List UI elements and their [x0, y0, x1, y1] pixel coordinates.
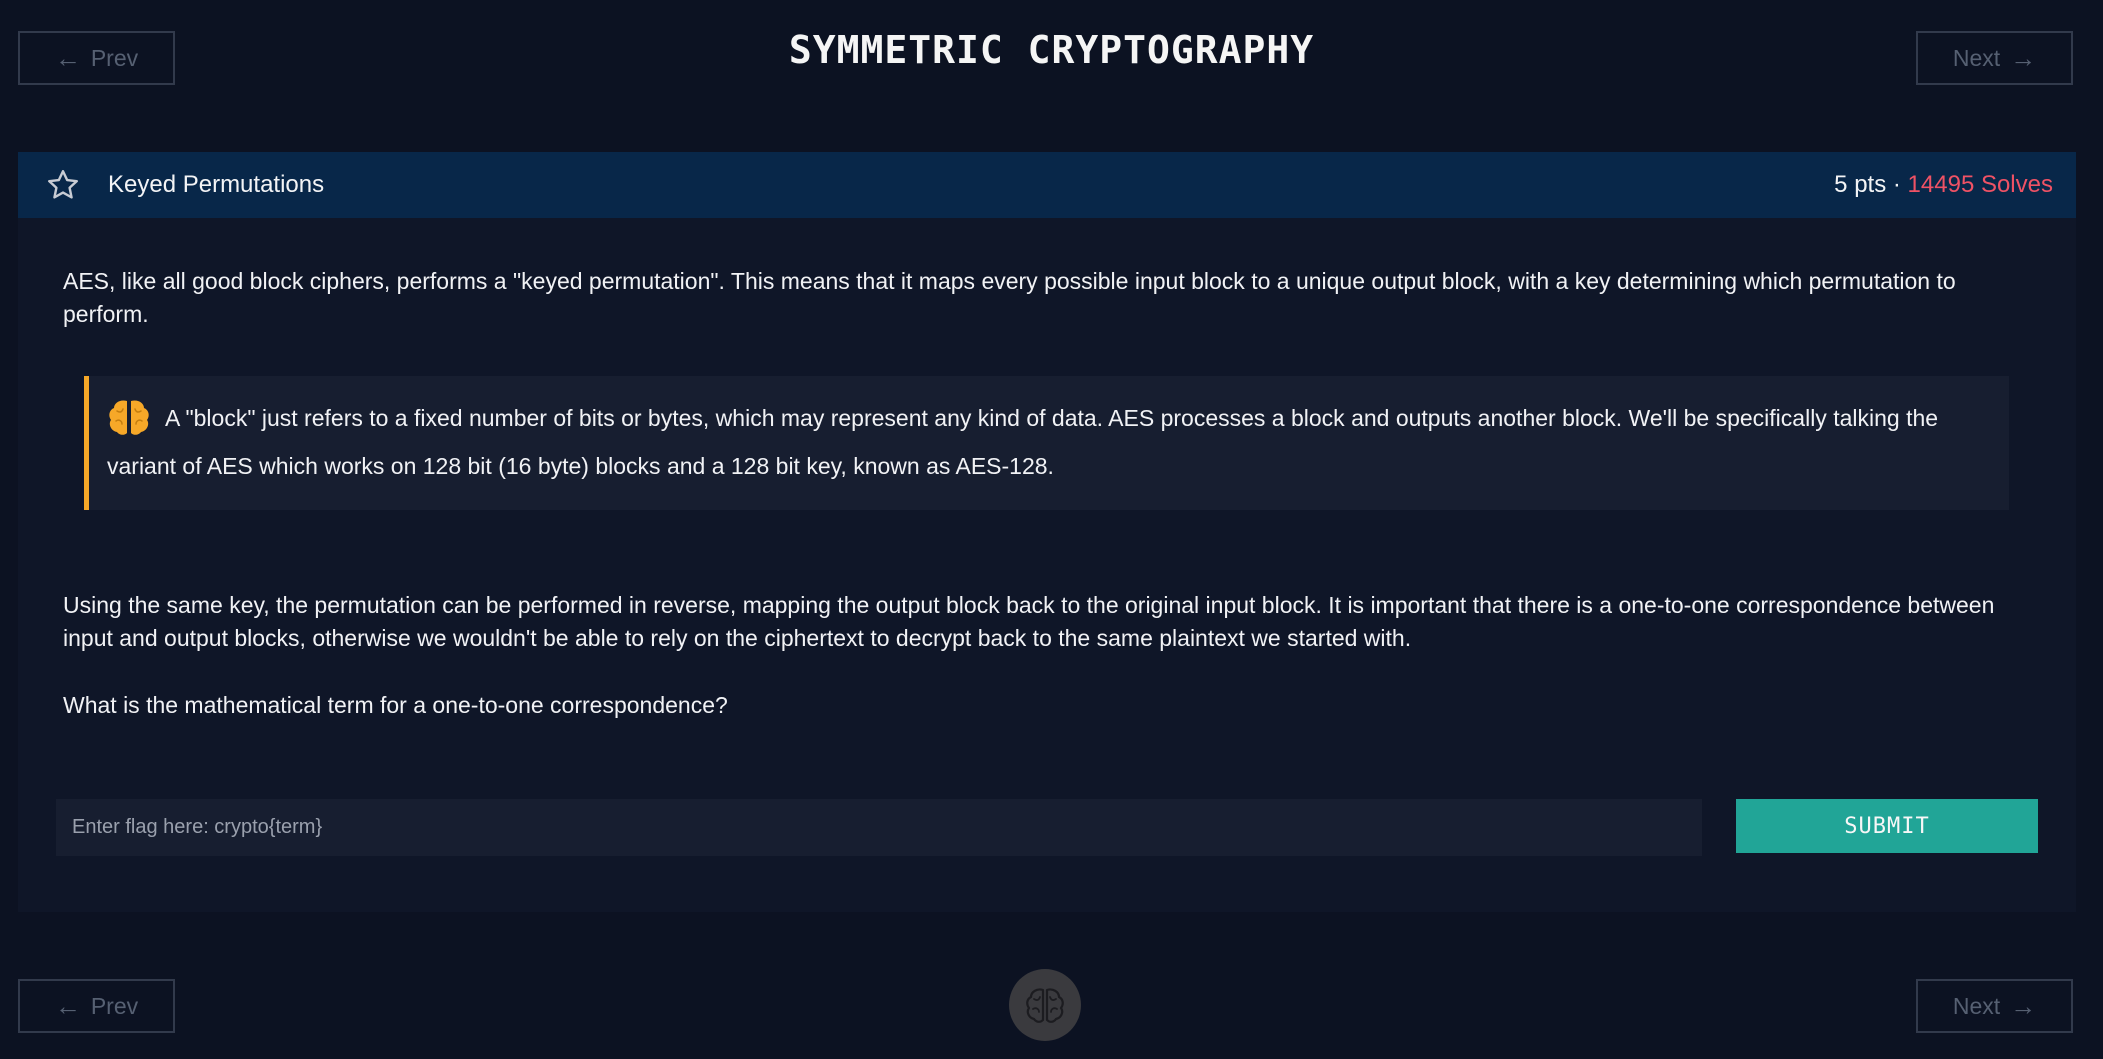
prev-button-bottom[interactable]: ← Prev — [18, 979, 175, 1033]
challenge-meta: 5 pts · 14495 Solves — [1834, 171, 2053, 199]
prev-label: Prev — [90, 992, 139, 1019]
points-value: 5 pts — [1834, 171, 1887, 198]
meta-separator: · — [1892, 171, 1901, 198]
next-button-top[interactable]: Next → — [1916, 31, 2073, 85]
submit-button[interactable]: SUBMIT — [1736, 799, 2038, 853]
page-title: SYMMETRIC CRYPTOGRAPHY — [788, 28, 1315, 72]
next-label: Next — [1952, 992, 2001, 1019]
challenge-title: Keyed Permutations — [108, 171, 325, 198]
arrow-right-icon: → — [2010, 991, 2037, 1021]
description-paragraph-1: AES, like all good block ciphers, perfor… — [63, 268, 1956, 327]
brain-logo-icon — [1026, 988, 1064, 1023]
page: ← Prev SYMMETRIC CRYPTOGRAPHY Next → Key… — [0, 0, 2103, 1059]
solves-count[interactable]: 14495 Solves — [1908, 171, 2053, 198]
info-callout: A "block" just refers to a fixed number … — [84, 376, 2009, 510]
arrow-right-icon: → — [2010, 43, 2037, 73]
question-text: What is the mathematical term for a one-… — [63, 692, 728, 718]
challenge-card: Keyed Permutations 5 pts · 14495 Solves … — [18, 152, 2076, 912]
next-label: Next — [1952, 44, 2001, 71]
arrow-left-icon: ← — [54, 991, 81, 1021]
callout-text: A "block" just refers to a fixed number … — [107, 405, 1939, 479]
description-paragraph-2: Using the same key, the permutation can … — [63, 592, 1995, 651]
star-icon[interactable] — [45, 167, 81, 203]
flag-input[interactable] — [56, 799, 1702, 856]
home-logo-button[interactable] — [1009, 969, 1081, 1041]
next-button-bottom[interactable]: Next → — [1916, 979, 2073, 1033]
brain-icon — [109, 400, 149, 435]
challenge-header: Keyed Permutations 5 pts · 14495 Solves — [18, 152, 2076, 218]
